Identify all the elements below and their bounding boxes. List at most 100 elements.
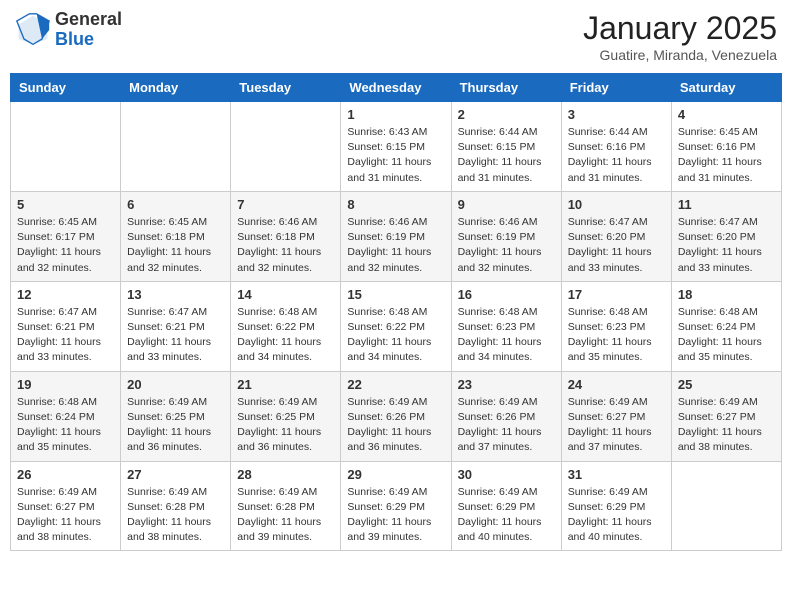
calendar-day-cell: [121, 102, 231, 192]
page-header: General Blue January 2025 Guatire, Miran…: [10, 10, 782, 63]
day-number: 12: [17, 287, 114, 302]
day-number: 15: [347, 287, 444, 302]
calendar-day-cell: 13 Sunrise: 6:47 AM Sunset: 6:21 PM Dayli…: [121, 281, 231, 371]
day-number: 28: [237, 467, 334, 482]
day-info: Sunrise: 6:49 AM Sunset: 6:28 PM Dayligh…: [237, 485, 334, 546]
calendar-day-cell: 27Sunrise: 6:49 AM Sunset: 6:28 PM Dayli…: [121, 461, 231, 551]
calendar-day-cell: 5 Sunrise: 6:45 AM Sunset: 6:17 PM Daylig…: [11, 191, 121, 281]
logo-text: General Blue: [55, 10, 122, 50]
day-info: Sunrise: 6:49 AM Sunset: 6:28 PM Dayligh…: [127, 485, 224, 546]
weekday-header: Sunday: [11, 74, 121, 102]
day-info: Sunrise: 6:47 AM Sunset: 6:21 PM Dayligh…: [127, 305, 224, 366]
day-number: 22: [347, 377, 444, 392]
weekday-header-row: SundayMondayTuesdayWednesdayThursdayFrid…: [11, 74, 782, 102]
day-info: Sunrise: 6:49 AM Sunset: 6:26 PM Dayligh…: [347, 395, 444, 456]
calendar-day-cell: 15 Sunrise: 6:48 AM Sunset: 6:22 PM Dayli…: [341, 281, 451, 371]
day-info: Sunrise: 6:46 AM Sunset: 6:18 PM Dayligh…: [237, 215, 334, 276]
day-number: 31: [568, 467, 665, 482]
day-info: Sunrise: 6:48 AM Sunset: 6:22 PM Dayligh…: [237, 305, 334, 366]
day-info: Sunrise: 6:49 AM Sunset: 6:27 PM Dayligh…: [568, 395, 665, 456]
day-info: Sunrise: 6:45 AM Sunset: 6:17 PM Dayligh…: [17, 215, 114, 276]
day-info: Sunrise: 6:49 AM Sunset: 6:29 PM Dayligh…: [347, 485, 444, 546]
weekday-header: Thursday: [451, 74, 561, 102]
day-info: Sunrise: 6:47 AM Sunset: 6:21 PM Dayligh…: [17, 305, 114, 366]
calendar-day-cell: 18 Sunrise: 6:48 AM Sunset: 6:24 PM Dayli…: [671, 281, 781, 371]
calendar-day-cell: 17 Sunrise: 6:48 AM Sunset: 6:23 PM Dayli…: [561, 281, 671, 371]
calendar-day-cell: 20Sunrise: 6:49 AM Sunset: 6:25 PM Dayli…: [121, 371, 231, 461]
calendar-day-cell: 29 Sunrise: 6:49 AM Sunset: 6:29 PM Dayli…: [341, 461, 451, 551]
calendar-day-cell: 16 Sunrise: 6:48 AM Sunset: 6:23 PM Dayli…: [451, 281, 561, 371]
day-info: Sunrise: 6:45 AM Sunset: 6:16 PM Dayligh…: [678, 125, 775, 186]
calendar-week-row: 26 Sunrise: 6:49 AM Sunset: 6:27 PM Dayli…: [11, 461, 782, 551]
day-number: 29: [347, 467, 444, 482]
weekday-header: Saturday: [671, 74, 781, 102]
day-number: 8: [347, 197, 444, 212]
day-number: 16: [458, 287, 555, 302]
calendar-day-cell: 21Sunrise: 6:49 AM Sunset: 6:25 PM Dayli…: [231, 371, 341, 461]
day-number: 9: [458, 197, 555, 212]
day-info: Sunrise: 6:48 AM Sunset: 6:22 PM Dayligh…: [347, 305, 444, 366]
day-number: 13: [127, 287, 224, 302]
day-info: Sunrise: 6:48 AM Sunset: 6:23 PM Dayligh…: [458, 305, 555, 366]
day-number: 14: [237, 287, 334, 302]
day-number: 11: [678, 197, 775, 212]
calendar-day-cell: 2 Sunrise: 6:44 AM Sunset: 6:15 PM Daylig…: [451, 102, 561, 192]
day-info: Sunrise: 6:49 AM Sunset: 6:25 PM Dayligh…: [127, 395, 224, 456]
calendar-day-cell: 9 Sunrise: 6:46 AM Sunset: 6:19 PM Daylig…: [451, 191, 561, 281]
day-info: Sunrise: 6:46 AM Sunset: 6:19 PM Dayligh…: [458, 215, 555, 276]
day-number: 4: [678, 107, 775, 122]
day-info: Sunrise: 6:49 AM Sunset: 6:27 PM Dayligh…: [17, 485, 114, 546]
calendar-day-cell: 8Sunrise: 6:46 AM Sunset: 6:19 PM Daylig…: [341, 191, 451, 281]
calendar-day-cell: 11Sunrise: 6:47 AM Sunset: 6:20 PM Dayli…: [671, 191, 781, 281]
day-number: 5: [17, 197, 114, 212]
logo-general: General: [55, 10, 122, 30]
weekday-header: Monday: [121, 74, 231, 102]
calendar-day-cell: [11, 102, 121, 192]
calendar-day-cell: 7 Sunrise: 6:46 AM Sunset: 6:18 PM Daylig…: [231, 191, 341, 281]
calendar-day-cell: [231, 102, 341, 192]
day-number: 6: [127, 197, 224, 212]
calendar-week-row: 12 Sunrise: 6:47 AM Sunset: 6:21 PM Dayli…: [11, 281, 782, 371]
calendar-week-row: 1Sunrise: 6:43 AM Sunset: 6:15 PM Daylig…: [11, 102, 782, 192]
calendar-day-cell: 6 Sunrise: 6:45 AM Sunset: 6:18 PM Daylig…: [121, 191, 231, 281]
calendar-day-cell: [671, 461, 781, 551]
logo-blue: Blue: [55, 30, 122, 50]
day-number: 2: [458, 107, 555, 122]
calendar-week-row: 5 Sunrise: 6:45 AM Sunset: 6:17 PM Daylig…: [11, 191, 782, 281]
weekday-header: Friday: [561, 74, 671, 102]
day-info: Sunrise: 6:49 AM Sunset: 6:26 PM Dayligh…: [458, 395, 555, 456]
calendar-table: SundayMondayTuesdayWednesdayThursdayFrid…: [10, 73, 782, 551]
main-title: January 2025: [583, 10, 777, 47]
day-info: Sunrise: 6:45 AM Sunset: 6:18 PM Dayligh…: [127, 215, 224, 276]
day-info: Sunrise: 6:49 AM Sunset: 6:29 PM Dayligh…: [568, 485, 665, 546]
day-info: Sunrise: 6:48 AM Sunset: 6:23 PM Dayligh…: [568, 305, 665, 366]
day-info: Sunrise: 6:48 AM Sunset: 6:24 PM Dayligh…: [678, 305, 775, 366]
calendar-day-cell: 26 Sunrise: 6:49 AM Sunset: 6:27 PM Dayli…: [11, 461, 121, 551]
day-number: 7: [237, 197, 334, 212]
logo: General Blue: [15, 10, 122, 50]
day-number: 24: [568, 377, 665, 392]
day-number: 30: [458, 467, 555, 482]
calendar-day-cell: 24 Sunrise: 6:49 AM Sunset: 6:27 PM Dayli…: [561, 371, 671, 461]
day-number: 25: [678, 377, 775, 392]
calendar-day-cell: 14 Sunrise: 6:48 AM Sunset: 6:22 PM Dayli…: [231, 281, 341, 371]
day-number: 18: [678, 287, 775, 302]
calendar-day-cell: 31 Sunrise: 6:49 AM Sunset: 6:29 PM Dayli…: [561, 461, 671, 551]
day-info: Sunrise: 6:44 AM Sunset: 6:16 PM Dayligh…: [568, 125, 665, 186]
weekday-header: Tuesday: [231, 74, 341, 102]
logo-icon: [15, 12, 51, 48]
day-info: Sunrise: 6:49 AM Sunset: 6:29 PM Dayligh…: [458, 485, 555, 546]
calendar-day-cell: 30 Sunrise: 6:49 AM Sunset: 6:29 PM Dayli…: [451, 461, 561, 551]
calendar-day-cell: 25 Sunrise: 6:49 AM Sunset: 6:27 PM Dayli…: [671, 371, 781, 461]
day-info: Sunrise: 6:48 AM Sunset: 6:24 PM Dayligh…: [17, 395, 114, 456]
calendar-week-row: 19Sunrise: 6:48 AM Sunset: 6:24 PM Dayli…: [11, 371, 782, 461]
calendar-day-cell: 19Sunrise: 6:48 AM Sunset: 6:24 PM Dayli…: [11, 371, 121, 461]
day-number: 17: [568, 287, 665, 302]
day-info: Sunrise: 6:44 AM Sunset: 6:15 PM Dayligh…: [458, 125, 555, 186]
calendar-day-cell: 10Sunrise: 6:47 AM Sunset: 6:20 PM Dayli…: [561, 191, 671, 281]
day-number: 26: [17, 467, 114, 482]
calendar-day-cell: 1Sunrise: 6:43 AM Sunset: 6:15 PM Daylig…: [341, 102, 451, 192]
day-number: 21: [237, 377, 334, 392]
calendar-day-cell: 22 Sunrise: 6:49 AM Sunset: 6:26 PM Dayli…: [341, 371, 451, 461]
day-info: Sunrise: 6:49 AM Sunset: 6:27 PM Dayligh…: [678, 395, 775, 456]
